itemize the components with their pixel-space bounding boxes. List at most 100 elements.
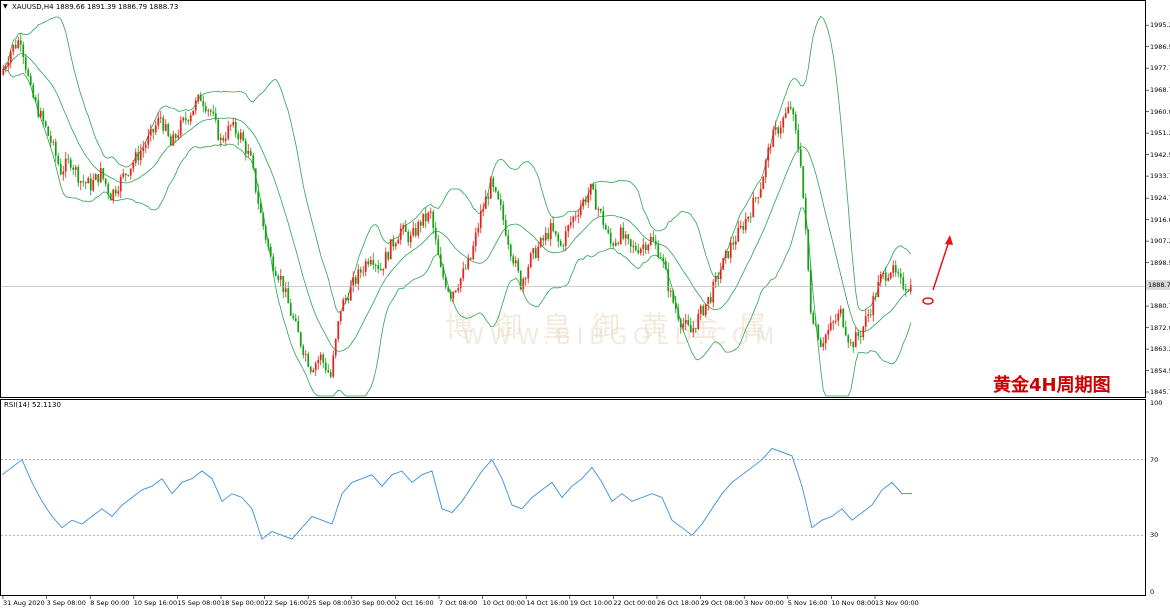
candle-body <box>147 135 150 145</box>
candle-body <box>862 326 865 338</box>
candle-body <box>222 137 225 141</box>
candle-body <box>689 324 692 333</box>
candle-body <box>462 268 465 279</box>
candle-body <box>472 245 475 260</box>
candle-body <box>324 362 327 371</box>
candle-body <box>77 167 80 183</box>
candle-body <box>754 197 757 199</box>
candle-body <box>617 242 620 244</box>
candle-body <box>497 191 500 200</box>
candle-body <box>502 204 505 221</box>
candle-body <box>357 269 360 284</box>
candle-body <box>87 178 90 184</box>
candle-body <box>807 229 810 270</box>
candle-body <box>112 189 115 201</box>
candle-body <box>379 268 382 271</box>
candle-body <box>184 117 187 121</box>
candle-body <box>797 129 800 150</box>
bollinger-upper-band <box>2 15 912 313</box>
rsi-panel-frame <box>0 399 1146 596</box>
candle-body <box>417 222 420 236</box>
candle-body <box>144 144 147 148</box>
candle-body <box>199 94 202 102</box>
candle-body <box>717 276 720 280</box>
candle-body <box>172 134 175 146</box>
candle-body <box>632 245 635 247</box>
candle-body <box>24 57 27 70</box>
candle-body <box>292 315 295 319</box>
candle-body <box>317 360 320 364</box>
candle-body <box>242 132 245 141</box>
candle-body <box>389 239 392 260</box>
candle-body <box>712 281 715 303</box>
candle-body <box>319 354 322 361</box>
candle-body <box>547 232 550 240</box>
candle-body <box>404 225 407 232</box>
candle-body <box>409 235 412 243</box>
candle-body <box>197 94 200 101</box>
candle-body <box>109 193 112 201</box>
candle-body <box>429 211 432 213</box>
candle-body <box>122 173 125 177</box>
candle-body <box>99 168 102 183</box>
candle-body <box>284 288 287 293</box>
candle-body <box>4 66 7 69</box>
candle-body <box>702 306 705 315</box>
candle-body <box>249 150 252 156</box>
candle-body <box>439 254 442 267</box>
candle-body <box>19 40 22 45</box>
candle-body <box>752 197 755 218</box>
candle-body <box>344 298 347 300</box>
candle-body <box>149 129 152 136</box>
candle-body <box>432 211 435 228</box>
candle-body <box>464 268 467 270</box>
candle-body <box>757 197 760 199</box>
candle-body <box>694 328 697 329</box>
candle-body <box>789 107 792 109</box>
candle-body <box>589 183 592 195</box>
candle-body <box>69 159 72 168</box>
candle-body <box>874 296 877 297</box>
candle-body <box>767 147 770 161</box>
candle-body <box>79 181 82 183</box>
candle-body <box>487 196 490 199</box>
candle-body <box>724 251 727 259</box>
candle-body <box>32 84 35 98</box>
candle-body <box>814 323 817 325</box>
candle-body <box>127 175 130 176</box>
candle-body <box>484 196 487 209</box>
candle-body <box>902 277 905 289</box>
candle-body <box>534 248 537 258</box>
candle-body <box>672 290 675 303</box>
candle-body <box>572 216 575 223</box>
candle-body <box>812 312 815 324</box>
candle-body <box>749 216 752 218</box>
candle-body <box>594 189 597 210</box>
candle-body <box>492 178 495 188</box>
candle-body <box>827 329 830 335</box>
candle-body <box>897 272 900 274</box>
candle-body <box>669 290 672 292</box>
candle-body <box>174 134 177 138</box>
candle-body <box>359 269 362 273</box>
candle-body <box>614 242 617 246</box>
candle-body <box>692 328 695 333</box>
candle-body <box>574 216 577 218</box>
candle-body <box>769 146 772 148</box>
candle-body <box>697 313 700 329</box>
candle-body <box>422 213 425 226</box>
candle-body <box>179 120 182 136</box>
candle-body <box>12 44 15 52</box>
candle-body <box>347 298 350 301</box>
candle-body <box>569 222 572 226</box>
candle-body <box>269 246 272 257</box>
candle-body <box>657 244 660 258</box>
candle-body <box>427 212 430 222</box>
candle-body <box>859 335 862 338</box>
candle-body <box>369 260 372 265</box>
candle-body <box>104 178 107 185</box>
candle-body <box>2 68 5 75</box>
candle-body <box>882 272 885 275</box>
candle-body <box>479 211 482 228</box>
candle-body <box>67 158 70 160</box>
